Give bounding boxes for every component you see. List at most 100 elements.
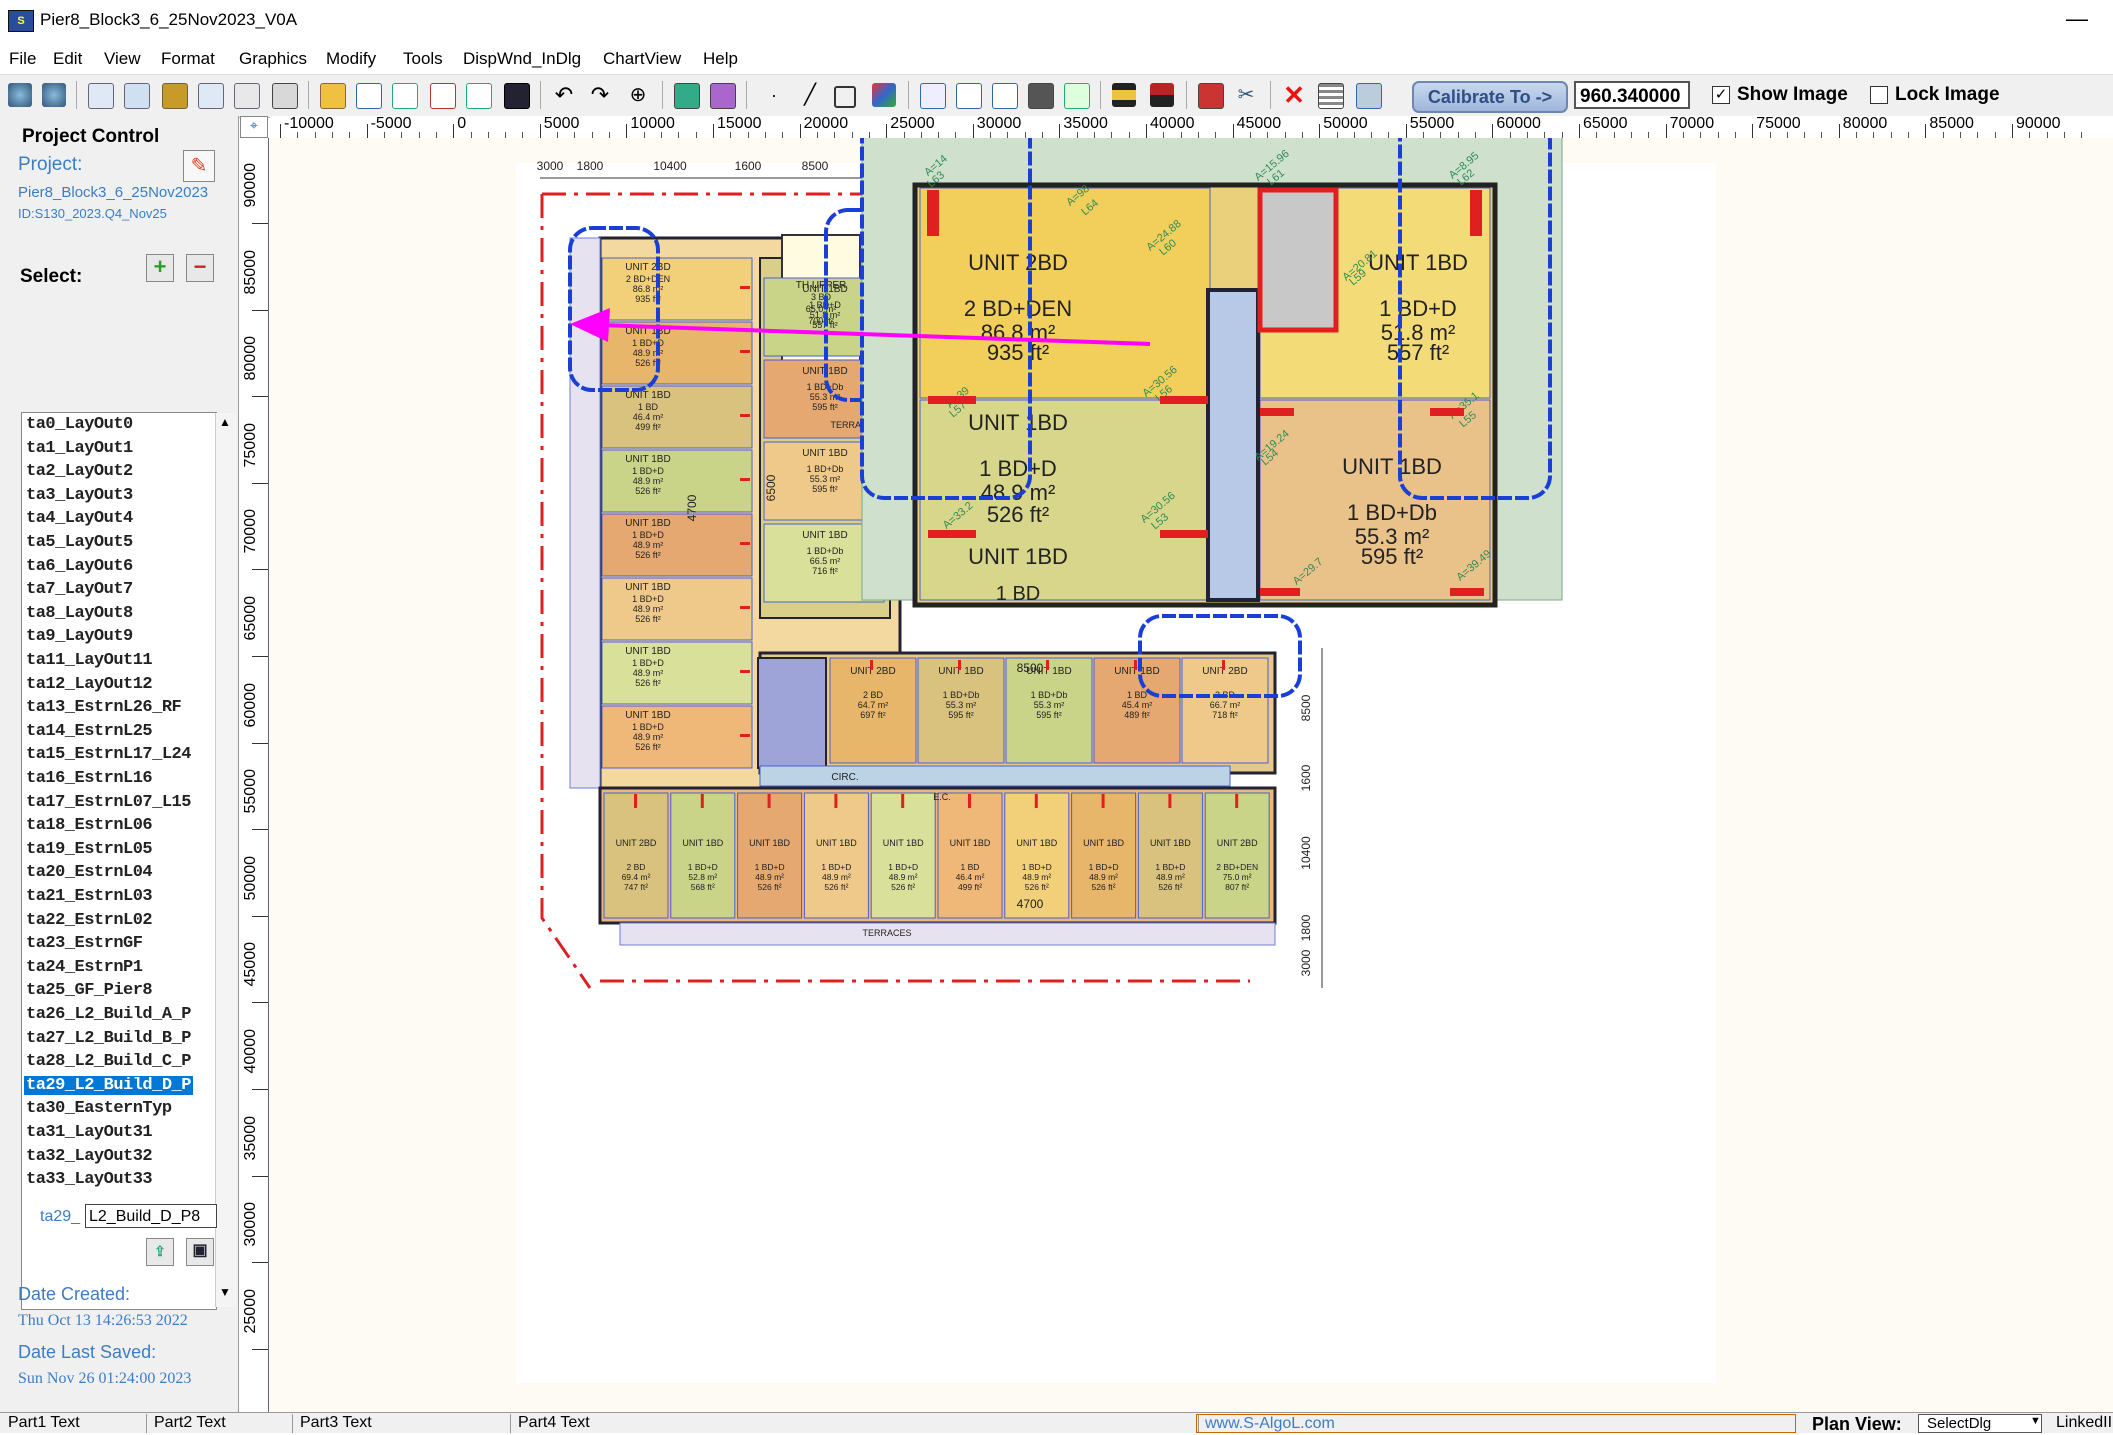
unit-area: 1 BD+D bbox=[1089, 862, 1119, 872]
scroll-up-icon[interactable]: ▲ bbox=[219, 415, 231, 429]
plan-view-select[interactable]: SelectDlg bbox=[1918, 1414, 2042, 1433]
drawing-canvas[interactable]: UNIT 2BD 2 BD+DEN 86.8 m² 935 ft² UNIT 1BD 1 … bbox=[270, 138, 2113, 1412]
copy-icon[interactable] bbox=[1028, 83, 1054, 109]
layout-list-item[interactable]: ta32_LayOut32 bbox=[26, 1147, 153, 1166]
table-icon[interactable] bbox=[88, 83, 114, 109]
layout-list-item[interactable]: ta7_LayOut7 bbox=[26, 580, 133, 599]
undo-icon[interactable]: ↶ bbox=[552, 83, 576, 107]
calc-icon[interactable] bbox=[272, 83, 298, 109]
layout-list-item[interactable]: ta23_EstrnGF bbox=[26, 934, 143, 953]
layout-name-input[interactable]: L2_Build_D_P8 bbox=[85, 1204, 217, 1228]
remove-layout-button[interactable]: − bbox=[186, 254, 214, 282]
point-tool-icon[interactable]: · bbox=[762, 83, 786, 107]
layout-list-item[interactable]: ta24_EstrnP1 bbox=[26, 958, 143, 977]
layout-list-item[interactable]: ta13_EstrnL26_RF bbox=[26, 698, 182, 717]
layout-list-item[interactable]: ta3_LayOut3 bbox=[26, 486, 133, 505]
minimize-button[interactable]: — bbox=[2066, 6, 2088, 32]
menu-dispwnd[interactable]: DispWnd_InDlg bbox=[463, 49, 581, 69]
scale-input[interactable]: 960.340000 bbox=[1574, 81, 1690, 109]
chart-icon[interactable] bbox=[392, 83, 418, 109]
layout-list-item[interactable]: ta14_EstrnL25 bbox=[26, 722, 153, 741]
open-folder-icon[interactable] bbox=[320, 83, 346, 109]
layout-list[interactable]: ta0_LayOut0 ta1_LayOut1 ta2_LayOut2 ta3_Lay… bbox=[21, 412, 236, 1310]
fill-tool-icon[interactable] bbox=[872, 83, 896, 107]
show-image-checkbox[interactable]: ✓ bbox=[1712, 86, 1730, 104]
unit-area: 55.3 m² bbox=[810, 474, 841, 484]
stack-icon[interactable] bbox=[162, 83, 188, 109]
line-tool-icon[interactable]: ╱ bbox=[798, 83, 822, 107]
window-icon[interactable] bbox=[1356, 83, 1382, 109]
page-icon[interactable] bbox=[992, 83, 1018, 109]
snap-icon[interactable] bbox=[920, 83, 946, 109]
menu-edit[interactable]: Edit bbox=[53, 49, 82, 69]
menu-help[interactable]: Help bbox=[703, 49, 738, 69]
layout-list-item[interactable]: ta26_L2_Build_A_P bbox=[26, 1005, 191, 1024]
tag-icon[interactable] bbox=[1198, 83, 1224, 109]
delete-icon[interactable]: ✕ bbox=[1282, 82, 1306, 108]
layout-list-item[interactable]: ta1_LayOut1 bbox=[26, 439, 133, 458]
layout-list-item[interactable]: ta2_LayOut2 bbox=[26, 462, 133, 481]
sheet-icon[interactable] bbox=[124, 83, 150, 109]
list-scrollbar[interactable]: ▲ ▼ bbox=[215, 413, 236, 1307]
menu-graphics[interactable]: Graphics bbox=[239, 49, 307, 69]
list-icon[interactable] bbox=[1318, 83, 1344, 109]
menu-file[interactable]: File bbox=[9, 49, 36, 69]
ruler-origin-icon[interactable]: ⌖ bbox=[240, 116, 268, 138]
import-icon[interactable] bbox=[1064, 83, 1090, 109]
zoom-icon[interactable]: ⊕ bbox=[626, 83, 650, 107]
wall-icon[interactable] bbox=[1150, 83, 1174, 107]
layout-list-item[interactable]: ta17_EstrnL07_L15 bbox=[26, 793, 191, 812]
layout-list-item[interactable]: ta19_EstrnL05 bbox=[26, 840, 153, 859]
layout-list-item[interactable]: ta5_LayOut5 bbox=[26, 533, 133, 552]
menu-tools[interactable]: Tools bbox=[403, 49, 443, 69]
layer-eye-2-icon[interactable] bbox=[42, 83, 66, 107]
chevron-down-icon[interactable]: ▼ bbox=[2030, 1415, 2041, 1427]
save-layout-icon[interactable]: ▣ bbox=[186, 1238, 214, 1266]
layout-list-item[interactable]: ta11_LayOut11 bbox=[26, 651, 153, 670]
print-icon[interactable] bbox=[234, 83, 260, 109]
layout-list-item[interactable]: ta25_GF_Pier8 bbox=[26, 981, 153, 1000]
save-icon[interactable] bbox=[504, 83, 530, 109]
settings-icon[interactable]: ✂ bbox=[1234, 83, 1258, 107]
menu-format[interactable]: Format bbox=[161, 49, 215, 69]
layout-list-item[interactable]: ta6_LayOut6 bbox=[26, 557, 133, 576]
layout-list-item[interactable]: ta20_EstrnL04 bbox=[26, 863, 153, 882]
add-layout-button[interactable]: + bbox=[146, 254, 174, 282]
layout-list-item[interactable]: ta27_L2_Build_B_P bbox=[26, 1029, 191, 1048]
layout-list-item[interactable]: ta28_L2_Build_C_P bbox=[26, 1052, 191, 1071]
export-layout-icon[interactable]: ⇪ bbox=[146, 1238, 174, 1266]
layout-list-item[interactable]: ta9_LayOut9 bbox=[26, 627, 133, 646]
pdf-icon[interactable] bbox=[430, 83, 456, 109]
menu-modify[interactable]: Modify bbox=[326, 49, 376, 69]
menu-chartview[interactable]: ChartView bbox=[603, 49, 681, 69]
layout-list-item[interactable]: ta29_L2_Build_D_P bbox=[24, 1075, 193, 1095]
redo-icon[interactable]: ↷ bbox=[588, 83, 612, 107]
multi-select-icon[interactable] bbox=[710, 83, 736, 109]
project-settings-icon[interactable]: ✎ bbox=[183, 150, 215, 182]
layout-list-item[interactable]: ta30_EasternTyp bbox=[26, 1099, 172, 1118]
lock-image-checkbox[interactable] bbox=[1870, 86, 1888, 104]
layout-list-item[interactable]: ta4_LayOut4 bbox=[26, 509, 133, 528]
export-icon[interactable] bbox=[356, 83, 382, 109]
layout-list-item[interactable]: ta15_EstrnL17_L24 bbox=[26, 745, 191, 764]
layout-list-item[interactable]: ta21_EstrnL03 bbox=[26, 887, 153, 906]
calibrate-button[interactable]: Calibrate To -> bbox=[1412, 81, 1568, 113]
menu-view[interactable]: View bbox=[104, 49, 141, 69]
layer-eye-icon[interactable] bbox=[8, 83, 32, 107]
layout-list-item[interactable]: ta8_LayOut8 bbox=[26, 604, 133, 623]
scroll-down-icon[interactable]: ▼ bbox=[219, 1285, 231, 1299]
layout-list-item[interactable]: ta16_EstrnL16 bbox=[26, 769, 153, 788]
excel-icon[interactable] bbox=[466, 83, 492, 109]
layout-list-item[interactable]: ta18_EstrnL06 bbox=[26, 816, 153, 835]
select-tool-icon[interactable] bbox=[674, 83, 700, 109]
measure-icon[interactable] bbox=[1112, 83, 1136, 107]
layout-list-item[interactable]: ta12_LayOut12 bbox=[26, 675, 153, 694]
layout-list-item[interactable]: ta22_EstrnL02 bbox=[26, 911, 153, 930]
layout-list-item[interactable]: ta0_LayOut0 bbox=[26, 415, 133, 434]
layout-list-item[interactable]: ta33_LayOut33 bbox=[26, 1170, 153, 1189]
website-link[interactable]: www.S-AlgoL.com bbox=[1196, 1414, 1796, 1433]
layout-list-item[interactable]: ta31_LayOut31 bbox=[26, 1123, 153, 1142]
grid-icon[interactable] bbox=[198, 83, 224, 109]
frame-icon[interactable] bbox=[956, 83, 982, 109]
polygon-tool-icon[interactable] bbox=[834, 86, 856, 108]
